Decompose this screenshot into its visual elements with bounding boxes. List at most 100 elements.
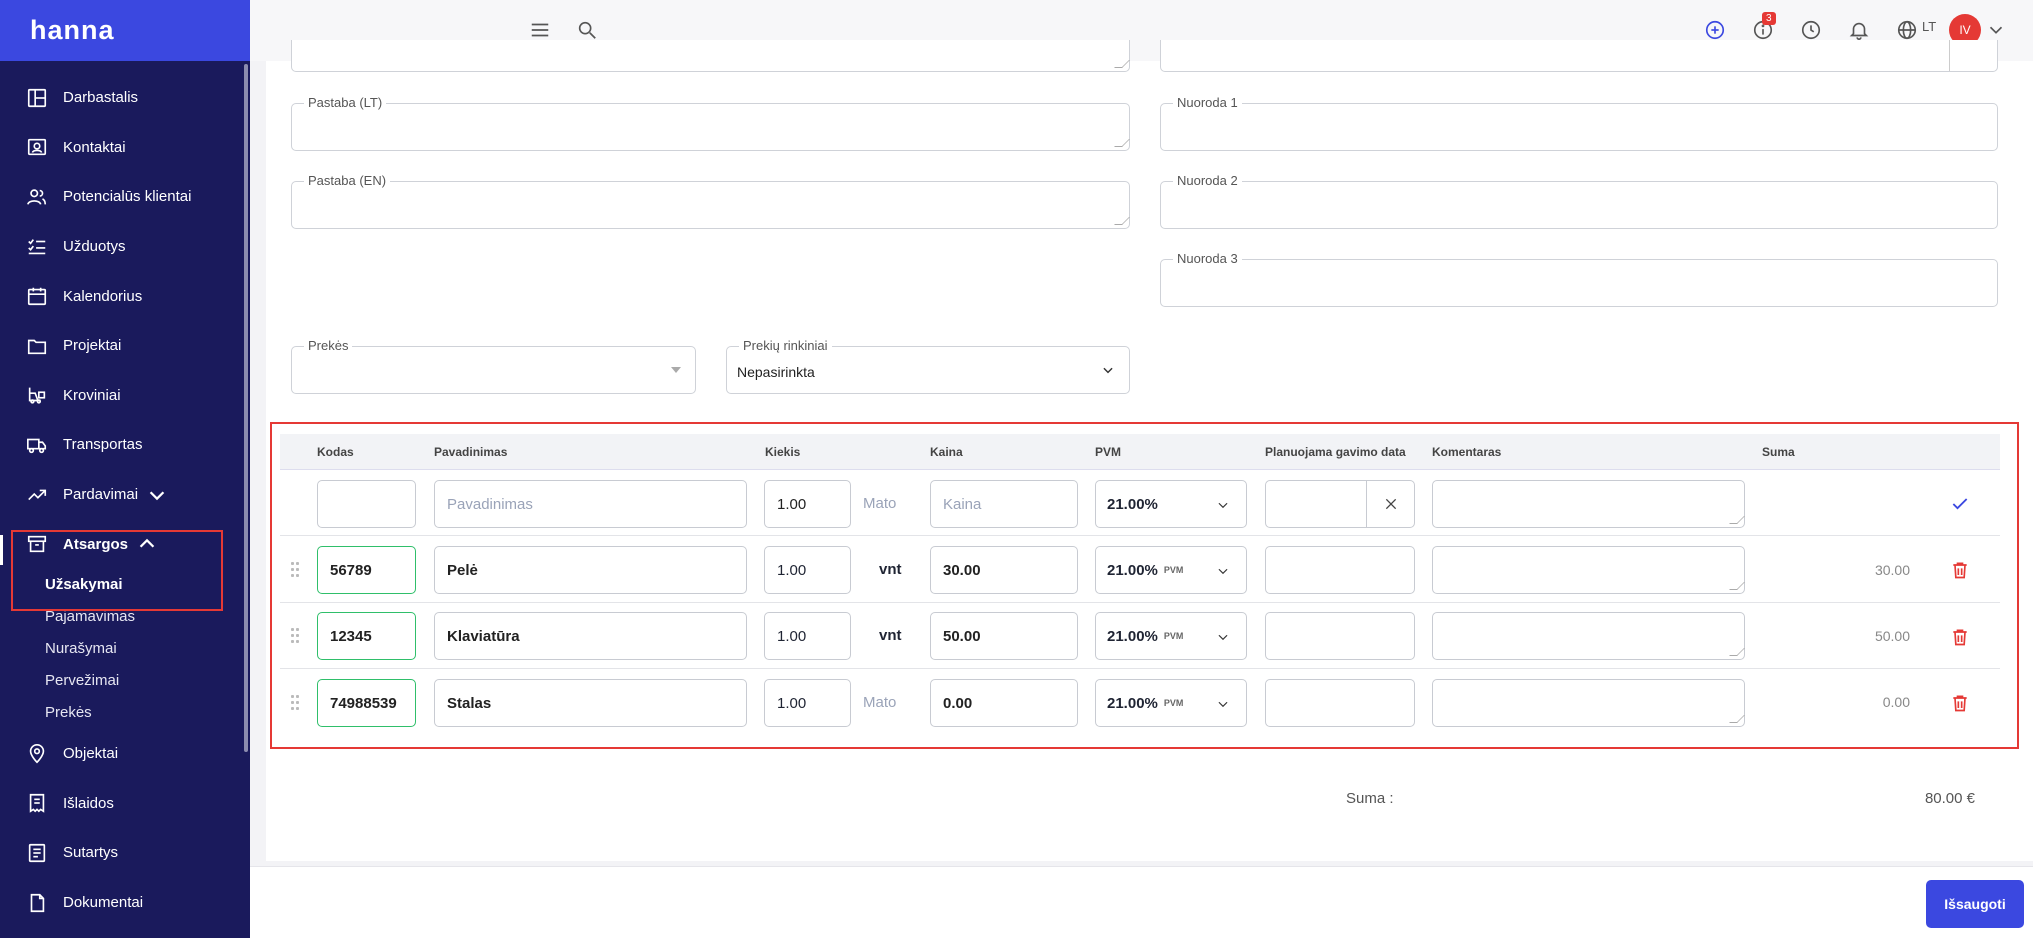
unit-label[interactable]: Mato (863, 694, 896, 711)
sidebar-item-darbastalis[interactable]: Darbastalis (0, 73, 250, 123)
sidebar-item-sutartys[interactable]: Sutartys (0, 828, 250, 878)
sidebar-item-objektai[interactable]: Objektai (0, 729, 250, 779)
date-input[interactable] (1265, 546, 1415, 594)
chevron-down-icon (149, 490, 165, 500)
drag-handle-icon[interactable] (291, 562, 299, 578)
date-input[interactable] (1265, 679, 1415, 727)
name-input[interactable]: Stalas (434, 679, 747, 727)
sidebar-item-islaidos[interactable]: Išlaidos (0, 779, 250, 829)
resize-handle[interactable] (1729, 516, 1745, 524)
close-icon[interactable] (1383, 496, 1399, 512)
code-input[interactable] (317, 480, 416, 528)
comment-input[interactable] (1432, 480, 1745, 528)
trash-icon[interactable] (1950, 626, 1970, 648)
nuoroda-3-field[interactable]: Nuoroda 3 (1160, 251, 1998, 307)
pastaba-en-field[interactable]: Pastaba (EN) (291, 173, 1130, 229)
price-input[interactable]: 30.00 (930, 546, 1078, 594)
resize-handle[interactable] (1729, 648, 1745, 656)
vat-select[interactable]: 21.00% PVM (1095, 546, 1247, 594)
qty-input[interactable]: 1.00 (764, 612, 851, 660)
textarea-partial-top-left[interactable] (291, 40, 1130, 72)
comment-input[interactable] (1432, 679, 1745, 727)
sidebar-item-label: Išlaidos (63, 794, 114, 812)
column-header: Pavadinimas (434, 445, 508, 459)
price-input[interactable]: Kaina (930, 480, 1078, 528)
sidebar-item-label: Kalendorius (63, 287, 143, 305)
qty-input[interactable]: 1.00 (764, 679, 851, 727)
sidebar-item-uzduotys[interactable]: Užduotys (0, 222, 250, 272)
field-partial-top-right[interactable] (1160, 40, 1998, 72)
app-logo[interactable]: hanna (0, 0, 250, 61)
name-input[interactable]: Klaviatūra (434, 612, 747, 660)
field-label: Prekių rinkiniai (739, 338, 832, 353)
forklift-icon (26, 384, 48, 406)
globe-icon[interactable] (1895, 18, 1919, 42)
sidebar: hanna Darbastalis Kontaktai Potencialūs … (0, 0, 250, 938)
vat-select[interactable]: 21.00% (1095, 480, 1247, 528)
check-icon[interactable] (1950, 494, 1970, 514)
name-input[interactable]: Pavadinimas (434, 480, 747, 528)
sidebar-item-pardavimai[interactable]: Pardavimai (0, 470, 250, 520)
trash-icon[interactable] (1950, 692, 1970, 714)
nuoroda-1-field[interactable]: Nuoroda 1 (1160, 95, 1998, 151)
vat-select[interactable]: 21.00% PVM (1095, 612, 1247, 660)
search-icon[interactable] (575, 18, 599, 42)
resize-handle[interactable] (1114, 217, 1130, 225)
sidebar-item-kroviniai[interactable]: Kroviniai (0, 371, 250, 421)
row-divider (280, 602, 2000, 603)
name-input[interactable]: Pelė (434, 546, 747, 594)
clock-icon[interactable] (1799, 18, 1823, 42)
column-header: Kodas (317, 445, 354, 459)
code-input[interactable]: 12345 (317, 612, 416, 660)
vat-select[interactable]: 21.00% PVM (1095, 679, 1247, 727)
sidebar-item-potencialus-klientai[interactable]: Potencialūs klientai (0, 172, 250, 222)
qty-input[interactable]: 1.00 (764, 480, 851, 528)
unit-label[interactable]: vnt (879, 561, 902, 578)
field-label: Nuoroda 2 (1173, 173, 1242, 188)
price-input[interactable]: 50.00 (930, 612, 1078, 660)
add-circle-icon[interactable] (1703, 18, 1727, 42)
nuoroda-2-field[interactable]: Nuoroda 2 (1160, 173, 1998, 229)
sidebar-subitem-prekes[interactable]: Prekės (0, 697, 250, 729)
unit-label[interactable]: vnt (879, 627, 902, 644)
table-header: Kodas Pavadinimas Kiekis Kaina PVM Planu… (280, 434, 2000, 470)
bell-icon[interactable] (1847, 18, 1871, 42)
sidebar-item-kontaktai[interactable]: Kontaktai (0, 123, 250, 173)
sidebar-subitem-nurasymai[interactable]: Nurašymai (0, 633, 250, 665)
unit-label[interactable]: Mato (863, 495, 896, 512)
resize-handle[interactable] (1114, 60, 1130, 68)
comment-input[interactable] (1432, 546, 1745, 594)
sidebar-scrollbar[interactable] (244, 64, 248, 752)
location-icon (26, 743, 48, 765)
resize-handle[interactable] (1729, 582, 1745, 590)
resize-handle[interactable] (1729, 715, 1745, 723)
column-header: Suma (1762, 445, 1795, 459)
sidebar-item-label: Projektai (63, 337, 122, 355)
prekes-select[interactable]: Prekės (291, 338, 696, 394)
pastaba-lt-field[interactable]: Pastaba (LT) (291, 95, 1130, 151)
sidebar-item-kalendorius[interactable]: Kalendorius (0, 271, 250, 321)
sidebar-subitem-pervezimai[interactable]: Pervežimai (0, 665, 250, 697)
code-input[interactable]: 74988539 (317, 679, 416, 727)
date-input[interactable] (1265, 612, 1415, 660)
field-label: Nuoroda 1 (1173, 95, 1242, 110)
drag-handle-icon[interactable] (291, 695, 299, 711)
price-input[interactable]: 0.00 (930, 679, 1078, 727)
chevron-down-icon[interactable] (1984, 18, 2008, 42)
hamburger-menu-icon[interactable] (528, 18, 552, 42)
trash-icon[interactable] (1950, 559, 1970, 581)
footer-bar (250, 866, 2033, 938)
date-input[interactable] (1265, 480, 1415, 528)
prekiu-rinkiniai-select[interactable]: Prekių rinkiniai Nepasirinkta (726, 338, 1130, 394)
comment-input[interactable] (1432, 612, 1745, 660)
language-label[interactable]: LT (1922, 19, 1936, 34)
qty-input[interactable]: 1.00 (764, 546, 851, 594)
save-button[interactable]: Išsaugoti (1926, 880, 2024, 928)
drag-handle-icon[interactable] (291, 628, 299, 644)
code-input[interactable]: 56789 (317, 546, 416, 594)
sidebar-item-dokumentai[interactable]: Dokumentai (0, 878, 250, 928)
sidebar-item-projektai[interactable]: Projektai (0, 321, 250, 371)
contact-card-icon (26, 136, 48, 158)
sidebar-item-transportas[interactable]: Transportas (0, 420, 250, 470)
resize-handle[interactable] (1114, 139, 1130, 147)
